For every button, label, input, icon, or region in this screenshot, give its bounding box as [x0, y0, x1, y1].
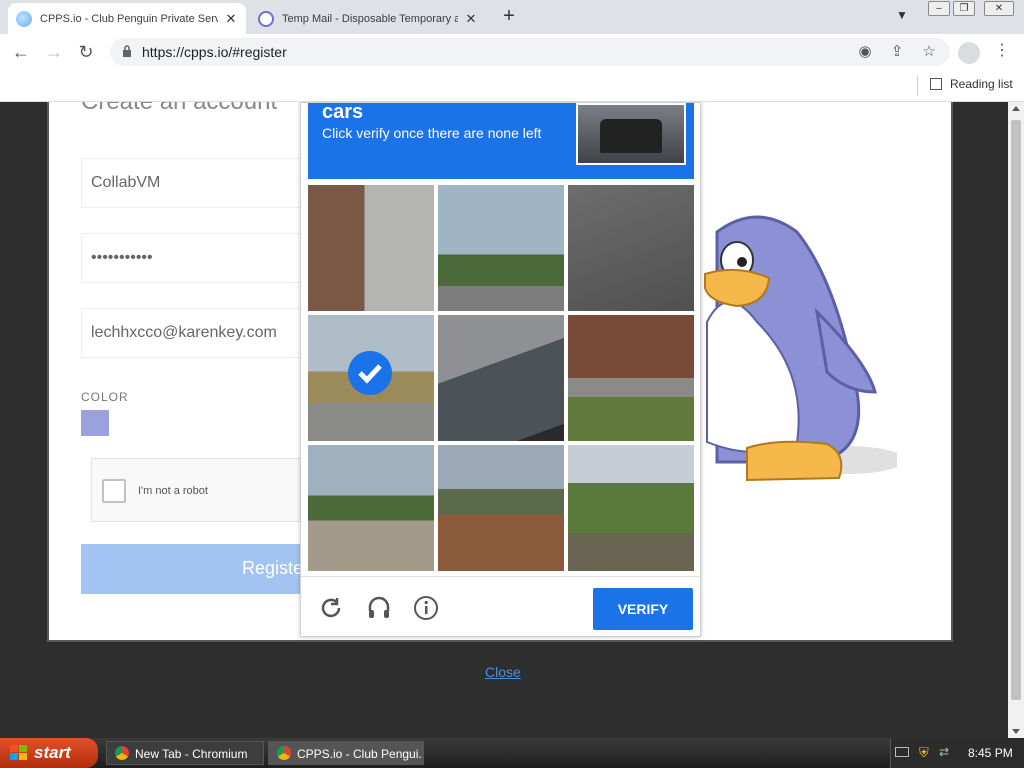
- captcha-tile[interactable]: [438, 445, 564, 571]
- scrollbar-thumb[interactable]: [1011, 120, 1021, 700]
- headphones-icon[interactable]: [366, 595, 392, 621]
- reading-list-icon: [930, 78, 942, 90]
- email-field[interactable]: lechhxcco@karenkey.com: [81, 308, 311, 358]
- reading-list-label: Reading list: [950, 77, 1013, 91]
- captcha-footer: VERIFY: [301, 576, 700, 638]
- penguin-mascot: [704, 215, 897, 482]
- browser-toolbar: ← → ↻ https://cpps.io/#register ◉ ⇪ ☆ ⋮: [0, 34, 1024, 70]
- captcha-header: cars Click verify once there are none le…: [308, 102, 694, 179]
- start-button[interactable]: start: [0, 738, 98, 768]
- chromium-icon: [277, 746, 291, 760]
- recaptcha-label: I'm not a robot: [138, 485, 208, 497]
- recaptcha-widget: I'm not a robot: [91, 458, 311, 522]
- network-icon[interactable]: ⇄: [939, 745, 949, 759]
- captcha-instruction: Click verify once there are none left: [322, 125, 542, 141]
- reload-button[interactable]: ↻: [74, 40, 98, 64]
- forward-button[interactable]: →: [42, 40, 66, 64]
- scroll-up-arrow-icon[interactable]: [1012, 106, 1020, 111]
- kebab-menu-icon[interactable]: ⋮: [994, 40, 1010, 60]
- page-viewport: Create an account CollabVM ••••••••••• l…: [0, 102, 1008, 738]
- close-tab-icon[interactable]: ✕: [224, 11, 238, 27]
- new-tab-button[interactable]: +: [498, 5, 520, 27]
- captcha-tile[interactable]: [568, 185, 694, 311]
- recaptcha-challenge: cars Click verify once there are none le…: [300, 102, 701, 637]
- eye-off-icon[interactable]: ◉: [856, 43, 874, 61]
- close-tab-icon[interactable]: ✕: [464, 11, 478, 27]
- captcha-tile[interactable]: [568, 315, 694, 441]
- recaptcha-checkbox[interactable]: [102, 479, 126, 503]
- close-link[interactable]: Close: [485, 664, 521, 680]
- password-field[interactable]: •••••••••••: [81, 233, 311, 283]
- back-button[interactable]: ←: [9, 40, 33, 64]
- captcha-tile[interactable]: [308, 185, 434, 311]
- captcha-tile[interactable]: [308, 445, 434, 571]
- tab-title: Temp Mail - Disposable Temporary a: [282, 12, 458, 25]
- page-title: Create an account: [81, 102, 277, 116]
- register-button[interactable]: Register: [81, 544, 311, 594]
- minimize-button[interactable]: –: [928, 1, 950, 16]
- taskbar-item-new-tab[interactable]: New Tab - Chromium: [106, 741, 264, 765]
- restore-button[interactable]: ❐: [953, 1, 975, 16]
- color-label: COLOR: [81, 390, 129, 404]
- profile-avatar-icon[interactable]: [958, 42, 980, 64]
- lock-icon: [123, 45, 131, 57]
- bookmark-star-icon[interactable]: ☆: [920, 43, 938, 61]
- taskbar-item-label: New Tab - Chromium: [135, 747, 248, 761]
- windows-logo-icon: [10, 745, 27, 760]
- shield-icon[interactable]: ⛨: [919, 745, 929, 761]
- taskbar-clock: 8:45 PM: [968, 746, 1013, 760]
- taskbar-item-cpps[interactable]: CPPS.io - Club Pengui...: [268, 741, 424, 765]
- share-icon[interactable]: ⇪: [888, 43, 906, 61]
- reading-list-button[interactable]: Reading list: [930, 77, 1013, 91]
- taskbar-item-label: CPPS.io - Club Pengui...: [297, 747, 424, 761]
- captcha-sample-image: [576, 103, 686, 165]
- divider: [917, 76, 918, 96]
- chromium-icon: [115, 746, 129, 760]
- tab-tempmail[interactable]: Temp Mail - Disposable Temporary a ✕: [250, 3, 486, 34]
- tab-search-chevron-icon[interactable]: ▼: [896, 8, 908, 22]
- tab-cpps[interactable]: CPPS.io - Club Penguin Private Serv ✕: [8, 3, 246, 34]
- tab-title: CPPS.io - Club Penguin Private Serv: [40, 12, 218, 25]
- bookmarks-bar: Reading list: [0, 70, 1024, 102]
- tab-strip: CPPS.io - Club Penguin Private Serv ✕ Te…: [0, 0, 1024, 34]
- color-swatch[interactable]: [81, 410, 109, 436]
- car-image: [600, 119, 662, 153]
- scroll-down-arrow-icon[interactable]: [1012, 729, 1020, 734]
- captcha-tile[interactable]: [438, 185, 564, 311]
- checkmark-icon: [348, 351, 392, 395]
- reload-icon[interactable]: [318, 595, 344, 621]
- tempmail-favicon-icon: [258, 10, 274, 27]
- taskbar: start New Tab - Chromium CPPS.io - Club …: [0, 738, 1024, 768]
- username-field[interactable]: CollabVM: [81, 158, 311, 208]
- verify-button[interactable]: VERIFY: [593, 588, 693, 630]
- info-icon[interactable]: [413, 595, 439, 621]
- captcha-tile[interactable]: [568, 445, 694, 571]
- captcha-tile-selected[interactable]: [308, 315, 434, 441]
- url-text: https://cpps.io/#register: [142, 44, 287, 60]
- captcha-keyword: cars: [322, 102, 364, 123]
- cpps-favicon-icon: [16, 10, 32, 27]
- captcha-tile[interactable]: [438, 315, 564, 441]
- page-scrollbar[interactable]: [1008, 102, 1024, 738]
- window-close-button[interactable]: ✕: [984, 1, 1014, 16]
- address-bar[interactable]: https://cpps.io/#register ◉ ⇪ ☆: [110, 38, 950, 66]
- keyboard-icon[interactable]: [895, 747, 909, 757]
- start-label: start: [34, 743, 71, 762]
